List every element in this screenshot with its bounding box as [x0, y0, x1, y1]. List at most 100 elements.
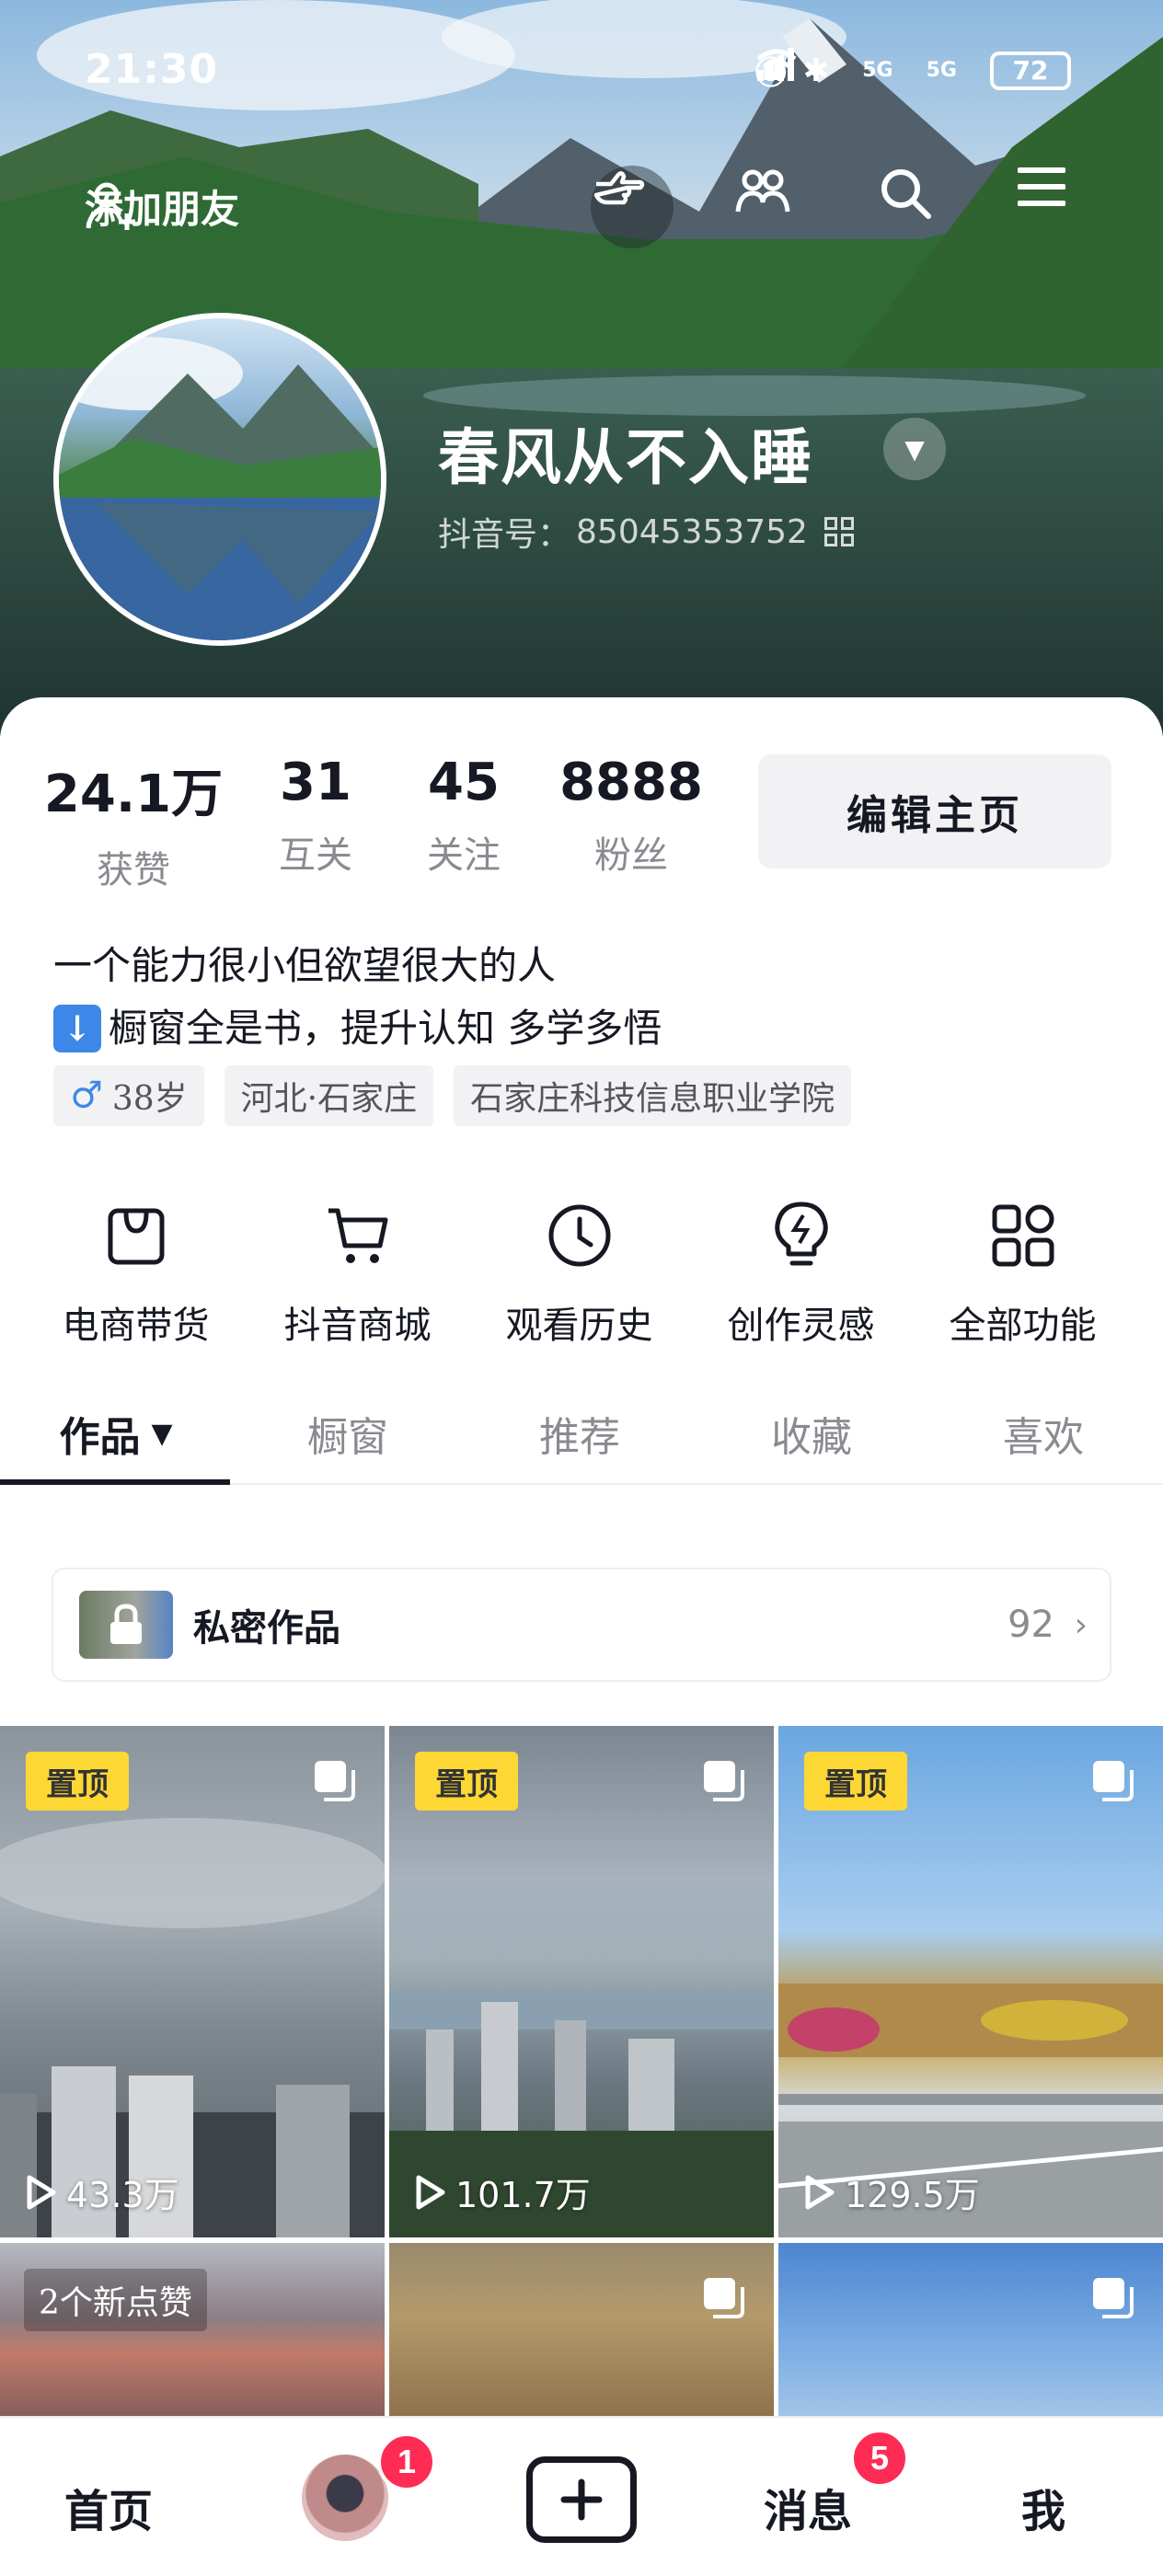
tool-label: 抖音商城	[283, 1305, 432, 1347]
stat-label: 互关	[279, 834, 352, 877]
douyin-id-row[interactable]: 抖音号： 85045353752	[438, 508, 854, 556]
video-thumbnail[interactable]: 置顶 101.7万	[389, 1726, 774, 2237]
new-likes-badge: 2个新点赞	[24, 2269, 207, 2331]
status-icons: Ⓝ ✱ 5G 5G 72	[755, 48, 1071, 93]
play-icon	[805, 2175, 835, 2209]
tool-label: 观看历史	[505, 1305, 653, 1347]
douyin-id-value: 85045353752	[576, 512, 808, 551]
stat-following[interactable]: 45 关注	[392, 753, 535, 893]
pinned-badge: 置顶	[415, 1752, 518, 1811]
friends-button[interactable]	[734, 166, 817, 248]
account-switch-button[interactable]: ▼	[883, 418, 946, 480]
location-tag: 河北·石家庄	[224, 1065, 434, 1126]
add-user-icon	[86, 182, 135, 230]
top-navigation: 添加朋友	[0, 166, 1163, 248]
profile-tags: ♂ 38岁 河北·石家庄 石家庄科技信息职业学院	[53, 1065, 852, 1126]
menu-icon	[1018, 167, 1065, 206]
play-count-value: 43.3万	[66, 2175, 179, 2215]
video-thumbnail[interactable]	[389, 2243, 774, 2427]
down-arrow-emoji-icon: ↓	[53, 1005, 101, 1052]
multi-image-icon	[704, 2278, 744, 2318]
profile-bio: 一个能力很小但欲望很大的人 ↓ 橱窗全是书，提升认知 多学多悟	[53, 935, 662, 1060]
stat-value: 8888	[559, 753, 703, 812]
bottom-navigation: 首页 1 消息 5 我	[0, 2416, 1163, 2576]
chevron-right-icon: ›	[1074, 1605, 1088, 1644]
private-works-count: 92	[1008, 1604, 1054, 1646]
bio-line-1: 一个能力很小但欲望很大的人	[53, 943, 557, 988]
video-thumbnail[interactable]: 置顶 43.3万	[0, 1726, 385, 2237]
stat-value: 45	[428, 753, 500, 812]
profile-nickname: 春风从不入睡	[438, 421, 813, 493]
stat-label: 获赞	[97, 849, 170, 891]
age-label: 38岁	[111, 1080, 188, 1118]
add-friend-button[interactable]: 添加朋友	[85, 178, 239, 235]
video-thumbnail[interactable]: 2个新点赞	[0, 2243, 385, 2427]
video-thumbnail[interactable]	[778, 2243, 1163, 2427]
network-5g-label-2: 5G	[926, 59, 957, 82]
grid-apps-icon	[992, 1204, 1054, 1267]
tool-label: 全部功能	[949, 1305, 1097, 1347]
stat-likes[interactable]: 24.1万 获赞	[28, 753, 239, 893]
create-post-button[interactable]	[526, 2456, 637, 2543]
bluetooth-icon: ✱	[802, 52, 830, 89]
multi-image-icon	[315, 1761, 355, 1801]
gender-age-tag: ♂ 38岁	[53, 1065, 204, 1126]
tool-douyin-mall[interactable]: 抖音商城	[247, 1194, 468, 1349]
tab-showcase[interactable]: 橱窗	[232, 1384, 464, 1483]
shopping-bag-icon	[108, 1208, 164, 1265]
bio-line-2: 橱窗全是书，提升认知 多学多悟	[109, 1006, 662, 1051]
cart-icon	[328, 1208, 387, 1263]
friends-notification-badge: 1	[377, 2432, 436, 2491]
tab-favorites[interactable]: 收藏	[696, 1384, 927, 1483]
battery-icon: 72	[990, 51, 1071, 90]
status-bar: 21:30 Ⓝ ✱ 5G 5G 72	[0, 0, 1163, 147]
nav-messages[interactable]: 消息	[764, 2475, 852, 2539]
play-count-value: 129.5万	[845, 2175, 980, 2215]
tool-all-functions[interactable]: 全部功能	[912, 1194, 1134, 1349]
stat-label: 关注	[427, 834, 501, 877]
video-thumbnail[interactable]: 置顶 129.5万	[778, 1726, 1163, 2237]
video-grid: 置顶 43.3万 置顶 101.7万 置顶 129.5万 2个新点赞	[0, 1726, 1163, 2427]
play-count: 101.7万	[413, 2167, 591, 2217]
private-works-label: 私密作品	[193, 1606, 340, 1650]
nav-friends-avatar[interactable]	[302, 2455, 388, 2541]
multi-image-icon	[1093, 1761, 1134, 1801]
tab-works[interactable]: 作品 ▼	[0, 1384, 232, 1485]
bio-line-2-row: ↓ 橱窗全是书，提升认知 多学多悟	[53, 997, 662, 1060]
stat-value: 24.1万	[43, 765, 224, 824]
stat-mutual[interactable]: 31 互关	[239, 753, 392, 893]
lightbulb-icon	[774, 1202, 828, 1266]
pinned-badge: 置顶	[804, 1752, 907, 1811]
play-count: 129.5万	[802, 2167, 980, 2217]
male-icon: ♂	[70, 1075, 103, 1117]
school-tag[interactable]: 石家庄科技信息职业学院	[454, 1065, 852, 1126]
menu-button[interactable]	[1018, 166, 1100, 248]
play-count: 43.3万	[24, 2167, 179, 2217]
tool-creative-inspiration[interactable]: 创作灵感	[690, 1194, 912, 1349]
hand-point-button[interactable]	[591, 166, 674, 248]
profile-card: 24.1万 获赞 31 互关 45 关注 8888 粉丝 编辑主页 一个能力很小…	[0, 697, 1163, 2576]
play-icon	[416, 2175, 445, 2209]
tab-recommend[interactable]: 推荐	[464, 1384, 696, 1483]
tool-watch-history[interactable]: 观看历史	[468, 1194, 690, 1349]
hand-point-icon	[593, 171, 645, 205]
stat-followers[interactable]: 8888 粉丝	[535, 753, 727, 893]
tool-ecommerce[interactable]: 电商带货	[25, 1194, 247, 1349]
plus-icon	[560, 2478, 603, 2521]
profile-avatar[interactable]	[53, 313, 386, 646]
search-button[interactable]	[878, 166, 961, 248]
tab-likes[interactable]: 喜欢	[927, 1384, 1159, 1483]
private-works-row[interactable]: 私密作品 92 ›	[52, 1568, 1111, 1682]
profile-header-background: 21:30 Ⓝ ✱ 5G 5G 72 添加朋友	[0, 0, 1163, 736]
play-icon	[27, 2175, 56, 2209]
nav-me[interactable]: 我	[1021, 2475, 1065, 2539]
status-time: 21:30	[85, 46, 219, 93]
stats-row: 24.1万 获赞 31 互关 45 关注 8888 粉丝	[28, 753, 727, 893]
nav-home[interactable]: 首页	[64, 2475, 153, 2539]
multi-image-icon	[704, 1761, 744, 1801]
edit-profile-button[interactable]: 编辑主页	[758, 754, 1111, 868]
triangle-down-icon: ▼	[904, 433, 925, 465]
douyin-id-label: 抖音号：	[438, 516, 571, 554]
private-works-thumbnail	[79, 1591, 173, 1659]
qr-code-icon[interactable]	[823, 517, 854, 546]
